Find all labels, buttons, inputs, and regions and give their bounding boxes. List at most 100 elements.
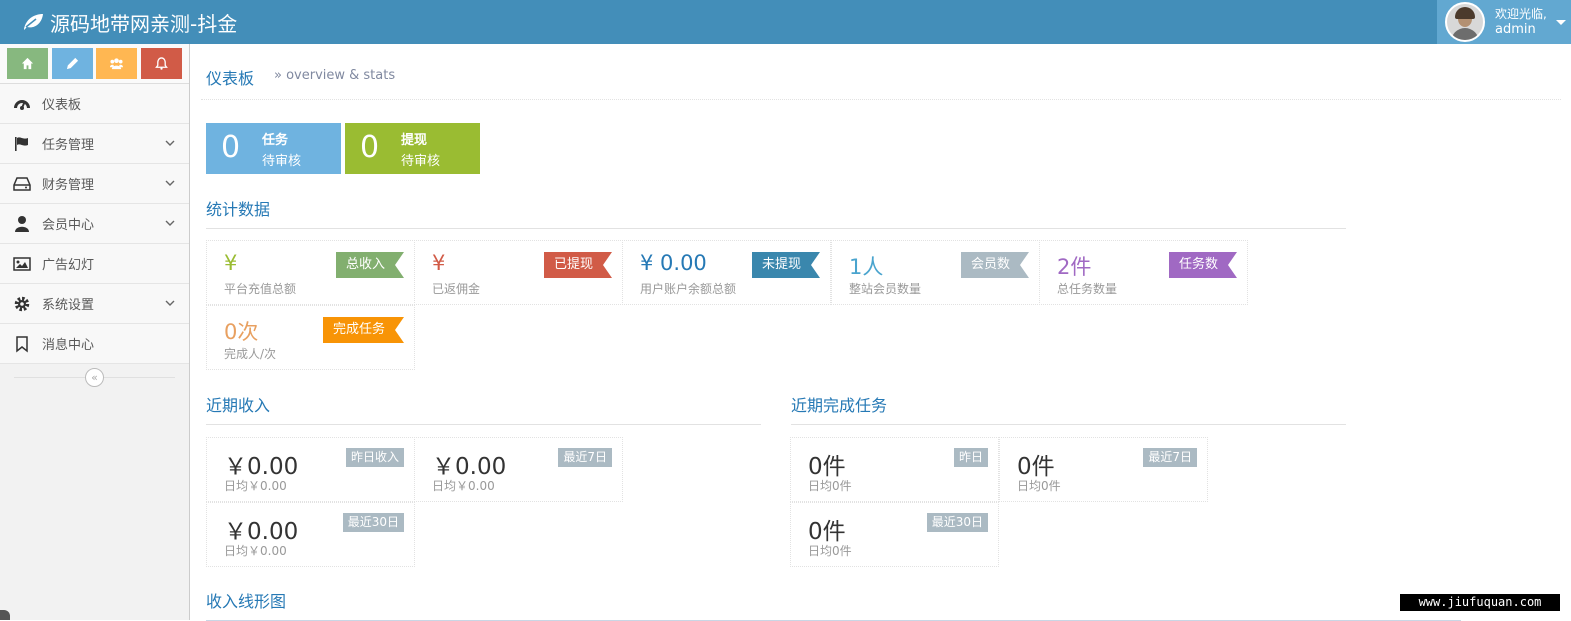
- sidebar-item-label: 任务管理: [42, 138, 95, 153]
- sidebar-item-tasks[interactable]: 任务管理: [0, 124, 189, 164]
- dashboard-icon: [12, 94, 32, 114]
- chevron-down-icon: [165, 140, 175, 146]
- stat-label: 总任务数量: [1057, 282, 1118, 296]
- chevron-down-icon: [165, 220, 175, 226]
- sidebar-item-label: 会员中心: [42, 218, 95, 233]
- caret-down-icon: [1556, 20, 1566, 25]
- watermark: www.jiufuquan.com: [1400, 594, 1560, 611]
- stat-value: 2件: [1057, 255, 1092, 279]
- sidebar-collapse-button[interactable]: «: [85, 368, 104, 387]
- tasks-30days: 0件 日均0件 最近30日: [790, 502, 999, 567]
- stat-value: ¥ 0.00: [640, 251, 707, 275]
- sidebar-item-dashboard[interactable]: 仪表板: [0, 84, 189, 124]
- infobox-label: 提现: [401, 133, 428, 148]
- income-average: 日均￥0.00: [432, 479, 495, 493]
- user-icon: [12, 214, 32, 234]
- infobox-withdraw-pending[interactable]: 0 提现 待审核: [345, 123, 480, 174]
- stat-tag: 完成任务: [323, 317, 404, 343]
- page-header: 仪表板 » overview & stats: [201, 60, 1561, 100]
- stat-balance: ¥ 0.00 用户账户余额总额 未提现: [622, 240, 831, 305]
- income-chart-title: 收入线形图: [206, 588, 1461, 621]
- income-value: ￥0.00: [224, 519, 299, 545]
- pencil-icon: [66, 57, 78, 70]
- stat-value: 1人: [849, 255, 884, 279]
- income-yesterday: ￥0.00 日均￥0.00 昨日收入: [206, 437, 415, 502]
- period-badge: 最近7日: [558, 448, 612, 467]
- stat-label: 已返佣金: [432, 282, 481, 296]
- income-value: ￥0.00: [432, 454, 507, 480]
- stat-label: 完成人/次: [224, 347, 277, 361]
- brand[interactable]: 源码地带网亲测-抖金: [22, 0, 237, 44]
- sidebar-item-messages[interactable]: 消息中心: [0, 324, 189, 364]
- picture-icon: [12, 254, 32, 274]
- sidebar-item-ads[interactable]: 广告幻灯: [0, 244, 189, 284]
- stat-label: 平台充值总额: [224, 282, 297, 296]
- stat-value: 0次: [224, 320, 259, 344]
- page-title: 仪表板: [206, 69, 255, 88]
- sidebar-item-settings[interactable]: 系统设置: [0, 284, 189, 324]
- period-badge: 昨日: [953, 448, 988, 467]
- stat-label: 用户账户余额总额: [640, 282, 737, 296]
- home-icon: [21, 57, 34, 70]
- avatar: [1445, 2, 1485, 42]
- shortcut-bell-button[interactable]: [140, 48, 182, 79]
- income-value: ￥0.00: [224, 454, 299, 480]
- sidebar-collapse: «: [0, 364, 189, 392]
- recent-tasks-title: 近期完成任务: [791, 392, 1346, 425]
- chevron-down-icon: [165, 300, 175, 306]
- sidebar-shortcuts: [0, 44, 189, 84]
- welcome-text: 欢迎光临,: [1495, 7, 1547, 21]
- task-average: 日均0件: [808, 479, 852, 493]
- flag-icon: [12, 134, 32, 154]
- shortcut-group-button[interactable]: [96, 48, 137, 79]
- sidebar-item-finance[interactable]: 财务管理: [0, 164, 189, 204]
- cog-icon: [12, 294, 32, 314]
- stat-tag: 已提现: [544, 252, 612, 278]
- main-content: 仪表板 » overview & stats 0 任务 待审核 0 提现 待审核…: [191, 44, 1571, 621]
- income-average: 日均￥0.00: [224, 479, 287, 493]
- sidebar-item-label: 仪表板: [42, 98, 82, 113]
- task-average: 日均0件: [808, 544, 852, 558]
- infobox-value: 0: [221, 130, 241, 165]
- income-average: 日均￥0.00: [224, 544, 287, 558]
- task-value: 0件: [1017, 454, 1055, 480]
- bell-icon: [154, 57, 168, 70]
- stats-section-title: 统计数据: [206, 196, 1346, 229]
- task-value: 0件: [808, 519, 846, 545]
- leaf-icon: [24, 14, 43, 30]
- shortcut-edit-button[interactable]: [51, 48, 93, 79]
- recent-income-title: 近期收入: [206, 392, 761, 425]
- stat-tasks: 2件 总任务数量 任务数: [1039, 240, 1248, 305]
- period-badge: 最近30日: [342, 513, 404, 532]
- tasks-7days: 0件 日均0件 最近7日: [999, 437, 1208, 502]
- corner-handle: [0, 610, 10, 620]
- sidebar-item-label: 系统设置: [42, 298, 95, 313]
- user-menu[interactable]: 欢迎光临, admin: [1437, 0, 1571, 44]
- stat-tag: 总收入: [336, 252, 404, 278]
- group-icon: [110, 58, 123, 70]
- bookmark-icon: [12, 334, 32, 354]
- task-average: 日均0件: [1017, 479, 1061, 493]
- sidebar-item-label: 财务管理: [42, 178, 95, 193]
- task-value: 0件: [808, 454, 846, 480]
- stat-value: ¥: [224, 251, 238, 275]
- sidebar: 仪表板 任务管理 财务管理 会员中心 广告幻灯 系统设置 消息中心 «: [0, 44, 190, 620]
- income-30days: ￥0.00 日均￥0.00 最近30日: [206, 502, 415, 567]
- shortcut-home-button[interactable]: [7, 48, 48, 79]
- period-badge: 最近30日: [926, 513, 988, 532]
- infobox-tasks-pending[interactable]: 0 任务 待审核: [206, 123, 341, 174]
- sidebar-item-label: 广告幻灯: [42, 258, 95, 273]
- stat-members: 1人 整站会员数量 会员数: [831, 240, 1040, 305]
- stat-tag: 任务数: [1169, 252, 1237, 278]
- infobox-value: 0: [360, 130, 380, 165]
- stat-completed: 0次 完成人/次 完成任务: [206, 305, 415, 370]
- stat-tag: 未提现: [752, 252, 820, 278]
- hdd-icon: [12, 174, 32, 194]
- income-7days: ￥0.00 日均￥0.00 最近7日: [414, 437, 623, 502]
- page-subtitle: » overview & stats: [274, 68, 396, 83]
- period-badge: 昨日收入: [345, 448, 404, 467]
- sidebar-item-members[interactable]: 会员中心: [0, 204, 189, 244]
- stat-total-income: ¥ 平台充值总额 总收入: [206, 240, 415, 305]
- infobox-sublabel: 待审核: [401, 154, 441, 169]
- stat-tag: 会员数: [961, 252, 1029, 278]
